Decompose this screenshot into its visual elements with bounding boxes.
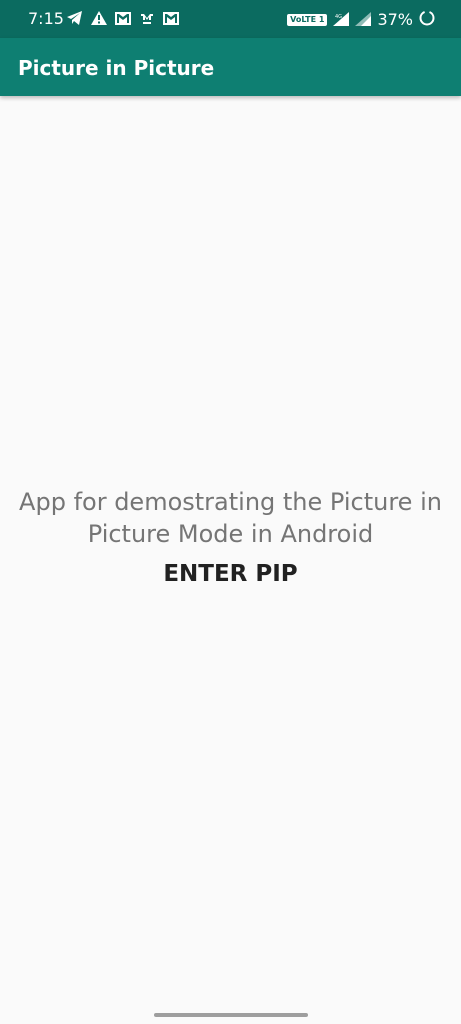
volte-badge: VoLTE 1 [287, 14, 328, 26]
battery-saver-icon [419, 10, 435, 30]
app-title: Picture in Picture [18, 56, 215, 80]
status-time: 7:15 [28, 9, 64, 28]
gmail-icon [162, 10, 180, 26]
warning-icon [90, 10, 108, 26]
signal-icon [355, 11, 372, 30]
status-bar: 7:15 VoLTE 1 4G 37% [0, 0, 461, 38]
description-text: App for demostrating the Picture in Pict… [19, 488, 442, 548]
gmail-icon [114, 10, 132, 26]
app-bar: Picture in Picture [0, 38, 461, 96]
system-status-icons: VoLTE 1 4G 37% [287, 10, 435, 30]
main-content: App for demostrating the Picture in Pict… [0, 96, 461, 1024]
telegram-icon [66, 10, 84, 26]
battery-percent: 37% [377, 10, 413, 29]
signal-icon: 4G [333, 11, 350, 30]
svg-text:4G: 4G [335, 14, 342, 20]
gesture-nav-handle[interactable] [154, 1013, 308, 1017]
mi-icon [138, 10, 156, 26]
enter-pip-button[interactable]: ENTER PIP [130, 554, 331, 594]
notification-icons [66, 10, 180, 26]
